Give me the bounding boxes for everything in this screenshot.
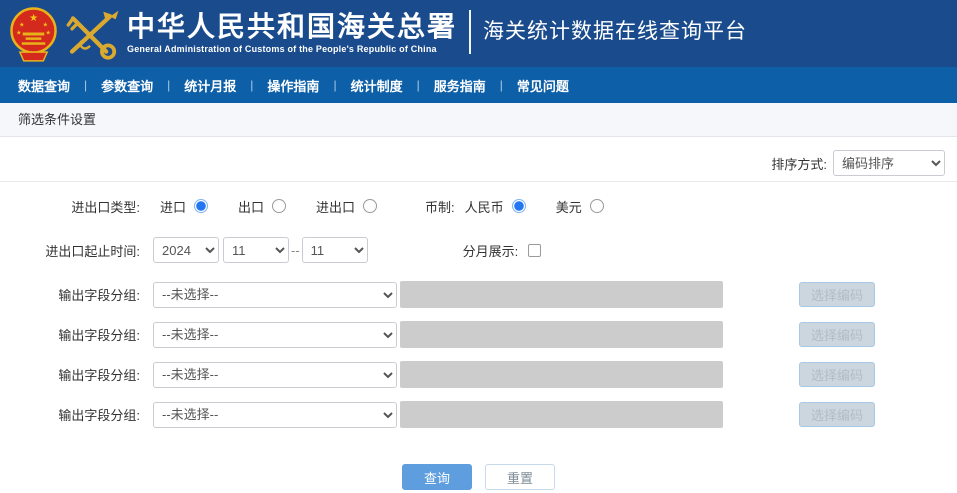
currency-label: 币制: — [425, 199, 455, 215]
output-group-select-3[interactable]: --未选择-- — [153, 361, 397, 388]
select-code-button-2[interactable]: 选择编码 — [799, 322, 875, 347]
nav-separator: | — [333, 78, 337, 92]
radio-icon — [511, 199, 526, 213]
output-group-row-1: 输出字段分组: --未选择-- 选择编码 — [0, 281, 957, 308]
svg-text:★: ★ — [19, 22, 24, 29]
radio-icon — [589, 199, 604, 213]
nav-separator: | — [84, 78, 88, 92]
content-divider — [0, 181, 957, 182]
radio-icon — [272, 199, 287, 213]
monthly-display-checkbox[interactable] — [528, 243, 542, 257]
query-button[interactable]: 查询 — [402, 464, 472, 490]
header-divider — [469, 10, 472, 54]
trade-type-radio-group: 进口 出口 进出口 — [160, 197, 407, 216]
output-group-label: 输出字段分组: — [58, 288, 140, 303]
radio-option-usd[interactable]: 美元 — [556, 197, 604, 216]
output-group-label: 输出字段分组: — [58, 368, 140, 383]
radio-option-export[interactable]: 出口 — [238, 197, 287, 216]
select-code-button-4[interactable]: 选择编码 — [799, 402, 875, 427]
radio-option-rmb[interactable]: 人民币 — [465, 197, 526, 216]
org-title-block: 中华人民共和国海关总署 General Administration of Cu… — [127, 10, 458, 55]
output-group-select-1[interactable]: --未选择-- — [153, 281, 397, 308]
svg-text:★: ★ — [43, 22, 48, 29]
radio-icon — [363, 199, 378, 213]
nav-item-statistics-system[interactable]: 统计制度 — [351, 76, 403, 95]
sort-label: 排序方式: — [771, 156, 827, 172]
monthly-display-label: 分月展示: — [462, 243, 519, 259]
nav-separator: | — [250, 78, 254, 92]
output-group-label: 输出字段分组: — [58, 328, 140, 343]
date-range-selects: 2024 11 -- 11 — [153, 237, 368, 263]
monthly-display-group: 分月展示: — [463, 241, 542, 260]
svg-text:★: ★ — [46, 29, 51, 36]
svg-text:★: ★ — [16, 29, 21, 36]
date-range-separator: -- — [291, 242, 300, 258]
nav-item-data-query[interactable]: 数据查询 — [18, 76, 70, 95]
trade-type-label: 进出口类型: — [71, 199, 140, 215]
currency-radio-group: 币制: 人民币 美元 — [425, 197, 634, 216]
sort-row: 排序方式: 编码排序 — [0, 150, 957, 176]
output-group-label: 输出字段分组: — [58, 408, 140, 423]
output-group-select-4[interactable]: --未选择-- — [153, 401, 397, 428]
radio-option-import-export[interactable]: 进出口 — [316, 197, 378, 216]
nav-item-operation-guide[interactable]: 操作指南 — [267, 76, 319, 95]
actions-row: 查询 重置 — [0, 464, 957, 490]
start-month-select[interactable]: 11 — [223, 237, 289, 263]
section-title-bar: 筛选条件设置 — [0, 103, 957, 137]
select-code-button-3[interactable]: 选择编码 — [799, 362, 875, 387]
date-range-row: 进出口起止时间: 2024 11 -- 11 分月展示: — [0, 237, 957, 263]
nav-separator: | — [416, 78, 420, 92]
header: ★ ★ ★ ★ ★ 中华人民共和国海关总署 General Administra… — [0, 0, 957, 67]
selected-codes-input-2 — [400, 321, 723, 348]
nav-separator: | — [167, 78, 171, 92]
selected-codes-input-4 — [400, 401, 723, 428]
main-nav: 数据查询 | 参数查询 | 统计月报 | 操作指南 | 统计制度 | 服务指南 … — [0, 67, 957, 103]
select-code-button-1[interactable]: 选择编码 — [799, 282, 875, 307]
output-group-row-4: 输出字段分组: --未选择-- 选择编码 — [0, 401, 957, 428]
sort-select[interactable]: 编码排序 — [833, 150, 945, 176]
end-month-select[interactable]: 11 — [301, 237, 368, 263]
nav-item-faq[interactable]: 常见问题 — [517, 76, 569, 95]
national-emblem-icon: ★ ★ ★ ★ ★ — [10, 5, 57, 67]
date-range-label: 进出口起止时间: — [45, 243, 140, 259]
nav-item-monthly-report[interactable]: 统计月报 — [184, 76, 236, 95]
output-group-row-2: 输出字段分组: --未选择-- 选择编码 — [0, 321, 957, 348]
nav-item-service-guide[interactable]: 服务指南 — [434, 76, 486, 95]
year-select[interactable]: 2024 — [153, 237, 219, 263]
radio-option-import[interactable]: 进口 — [160, 197, 209, 216]
nav-separator: | — [499, 78, 503, 92]
output-group-row-3: 输出字段分组: --未选择-- 选择编码 — [0, 361, 957, 388]
reset-button[interactable]: 重置 — [485, 464, 555, 490]
nav-item-param-query[interactable]: 参数查询 — [101, 76, 153, 95]
svg-text:★: ★ — [29, 13, 38, 24]
radio-icon — [194, 199, 209, 213]
section-title: 筛选条件设置 — [18, 112, 97, 127]
platform-title: 海关统计数据在线查询平台 — [483, 20, 748, 43]
output-group-select-2[interactable]: --未选择-- — [153, 321, 397, 348]
org-title: 中华人民共和国海关总署 — [127, 10, 458, 43]
filter-form: 排序方式: 编码排序 进出口类型: 进口 出口 进出口 币制: 人民币 美元 进… — [0, 150, 957, 490]
org-subtitle: General Administration of Customs of the… — [127, 44, 437, 55]
customs-key-caduceus-icon — [62, 7, 120, 67]
selected-codes-input-3 — [400, 361, 723, 388]
selected-codes-input-1 — [400, 281, 723, 308]
trade-type-row: 进出口类型: 进口 出口 进出口 币制: 人民币 美元 — [0, 196, 957, 216]
